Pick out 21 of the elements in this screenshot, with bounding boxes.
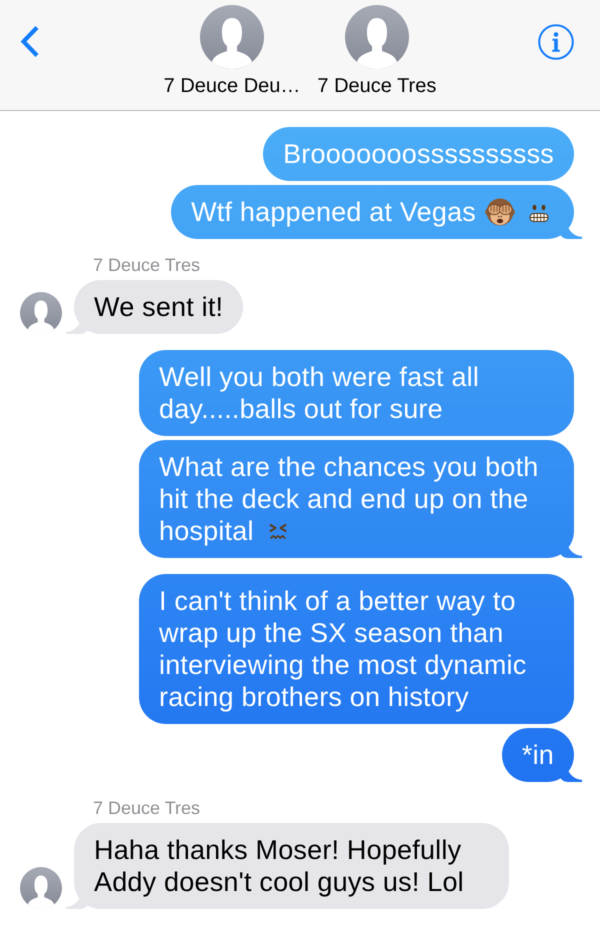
avatar-icon — [20, 292, 62, 334]
avatar-icon — [344, 5, 409, 69]
info-button[interactable] — [538, 24, 574, 60]
message-text: *in — [522, 740, 554, 770]
contact-button[interactable]: 7 Deuce Deu… — [164, 5, 300, 98]
message-text: What are the chances you both hit the deck and end up on the hospital — [159, 452, 539, 546]
contact-button[interactable]: 7 Deuce Tres — [317, 5, 436, 98]
avatar-icon — [20, 867, 62, 909]
message-text: We sent it! — [94, 292, 224, 322]
message-text: Wtf happened at Vegas — [191, 197, 554, 227]
message-text: Brooooooossssssssss — [283, 139, 554, 169]
info-icon — [538, 24, 574, 60]
message-text: Well you both were fast all day.....balls out for sure — [159, 362, 480, 424]
message-text: Haha thanks Moser! Hopefully Addy doesn't cool guys us! Lol — [94, 835, 464, 897]
sender-name: 7 Deuce Tres — [93, 798, 200, 819]
sender-name: 7 Deuce Tres — [93, 255, 200, 276]
avatar-icon — [200, 5, 264, 69]
chevron-left-icon — [20, 25, 40, 58]
message-text: I can't think of a better way to wrap up the SX season than interviewing the most dynamic racing brothers on history — [159, 586, 526, 712]
back-button[interactable] — [20, 25, 40, 58]
monkey-face-icon — [485, 197, 515, 227]
